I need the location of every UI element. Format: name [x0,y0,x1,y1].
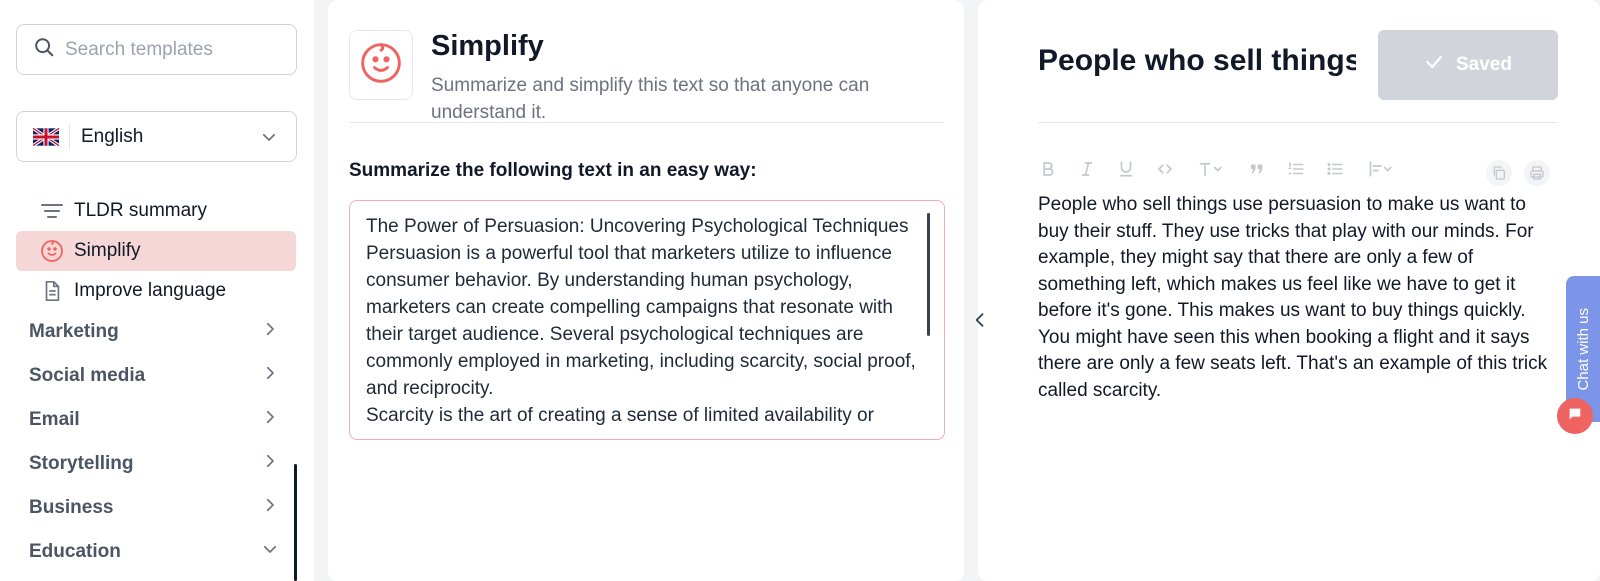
saved-label: Saved [1456,54,1512,75]
language-label: English [81,125,144,147]
language-select[interactable]: English [16,111,297,162]
chevron-right-icon [261,496,279,520]
template-label: Improve language [74,280,227,301]
check-icon [1424,52,1456,78]
document-title-field[interactable]: People who sell things use persuasion [1038,44,1356,78]
chevron-down-icon [261,540,279,564]
copy-icon[interactable] [1486,160,1512,186]
bold-icon[interactable] [1038,159,1058,179]
sidebar-scrollbar[interactable] [294,464,297,581]
chat-with-us-label: Chat with us [1574,307,1592,391]
template-item-simplify[interactable]: Simplify [16,231,296,271]
chevron-left-icon [970,310,990,335]
baby-face-icon [359,41,403,90]
chevron-right-icon [261,320,279,344]
chevron-right-icon [261,408,279,432]
uk-flag-icon [33,127,59,146]
template-icon-box [349,30,413,100]
search-input[interactable] [65,38,285,61]
category-label: Business [29,497,114,518]
text-style-icon[interactable] [1194,159,1228,179]
code-icon[interactable] [1155,159,1175,179]
category-label: Education [29,541,121,562]
prompt-label: Summarize the following text in an easy … [349,160,757,181]
language-divider [69,123,70,150]
document-title: People who sell things use persuasion [1038,44,1356,77]
input-paragraph: Scarcity is the art of creating a sense … [366,405,874,426]
category-label: Storytelling [29,453,134,474]
category-social-media[interactable]: Social media [29,361,279,391]
input-scrollbar[interactable] [927,213,930,336]
template-title: Simplify [431,30,544,62]
chat-bubble-icon [1567,406,1583,427]
baby-face-icon [40,239,64,263]
template-description: Summarize and simplify this text so that… [431,75,870,123]
document-panel: People who sell things use persuasion Sa… [975,0,1600,581]
saved-button[interactable]: Saved [1378,30,1558,100]
category-label: Marketing [29,321,119,342]
template-item-improve-language[interactable]: Improve language [16,271,296,311]
bullet-list-icon[interactable] [1325,159,1345,179]
category-label: Social media [29,365,146,386]
input-text-area[interactable]: The Power of Persuasion: Uncovering Psyc… [349,200,945,440]
category-email[interactable]: Email [29,405,279,435]
divider [1038,122,1558,123]
document-icon [40,279,64,303]
search-icon [33,36,55,63]
template-label: TLDR summary [74,200,208,221]
chevron-down-icon [260,128,278,146]
chevron-right-icon [261,364,279,388]
divider [349,122,944,123]
chevron-right-icon [261,452,279,476]
input-paragraph: The Power of Persuasion: Uncovering Psyc… [366,216,909,237]
italic-icon[interactable] [1077,159,1097,179]
template-label: Simplify [74,240,141,261]
template-panel: Simplify Summarize and simplify this tex… [328,0,964,581]
category-business[interactable]: Business [29,493,279,523]
output-text[interactable]: People who sell things use persuasion to… [1038,192,1560,404]
template-item-tldr-summary[interactable]: TLDR summary [16,191,296,231]
underline-icon[interactable] [1116,159,1136,179]
editor-toolbar [1038,156,1417,182]
chat-bubble-button[interactable] [1557,398,1593,434]
ordered-list-icon[interactable] [1286,159,1306,179]
collapse-panel-button[interactable] [968,310,992,334]
align-icon[interactable] [1364,159,1398,179]
search-box[interactable] [16,24,297,75]
category-storytelling[interactable]: Storytelling [29,449,279,479]
print-icon[interactable] [1524,160,1550,186]
quote-icon[interactable] [1247,159,1267,179]
filter-lines-icon [40,199,64,223]
category-marketing[interactable]: Marketing [29,317,279,347]
sidebar: English TLDR summary Simplify Improve la… [0,0,314,581]
category-education[interactable]: Education [29,537,279,567]
input-paragraph: Persuasion is a powerful tool that marke… [366,243,916,399]
category-label: Email [29,409,80,430]
